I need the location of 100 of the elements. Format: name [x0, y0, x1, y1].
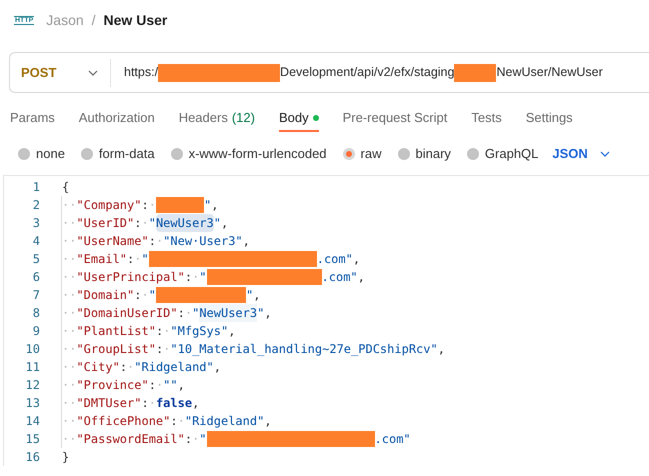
body-type-radio[interactable]: x-www-form-urlencoded	[170, 144, 327, 164]
code-punctuation: ,	[264, 413, 272, 430]
whitespace-marker: ·	[163, 323, 170, 340]
whitespace-marker: ··	[62, 233, 76, 250]
method-dropdown[interactable]: POST	[10, 58, 111, 86]
json-key: "UserPrincipal"	[76, 268, 185, 286]
json-string: "	[148, 215, 156, 232]
whitespace-marker: ··	[62, 359, 76, 376]
json-string: "New·User3"	[163, 233, 243, 250]
line-number: 2	[32, 197, 40, 214]
json-key: "Email"	[76, 250, 128, 268]
whitespace-marker: ·	[192, 431, 200, 448]
whitespace-marker: ··	[62, 341, 76, 358]
line-number: 1	[32, 179, 40, 196]
code-punctuation: :	[120, 359, 128, 376]
code-punctuation: }	[62, 449, 70, 466]
code-punctuation: ,	[228, 323, 236, 340]
body-type-radio[interactable]: form-data	[80, 144, 155, 164]
json-key: "City"	[76, 358, 120, 376]
request-tab[interactable]: Authorization	[78, 106, 155, 132]
url-text: Development/api/v2/efx/staging	[280, 64, 454, 82]
code-punctuation: :	[148, 377, 156, 394]
line-number: 12	[24, 377, 40, 394]
whitespace-marker: ·	[156, 377, 164, 394]
code-punctuation: ,	[438, 341, 445, 358]
whitespace-marker: ··	[62, 395, 76, 412]
json-key: "Company"	[76, 196, 142, 214]
json-key: "DomainUserID"	[76, 304, 178, 322]
code-punctuation: :	[127, 251, 134, 268]
line-number: 10	[24, 341, 40, 358]
request-tab[interactable]: Settings	[526, 106, 573, 132]
line-number: 11	[24, 359, 40, 376]
format-dropdown[interactable]: JSON	[552, 144, 610, 164]
breadcrumb-separator: /	[92, 10, 96, 30]
json-string: .com"	[322, 269, 358, 286]
code-punctuation: ,	[253, 287, 260, 304]
line-number: 6	[32, 269, 40, 286]
json-string: ""	[163, 377, 178, 394]
breadcrumb-link[interactable]: Jason	[46, 10, 84, 30]
code-punctuation: :	[156, 341, 164, 358]
body-type-radio[interactable]: none	[18, 144, 65, 164]
line-number: 8	[32, 305, 40, 322]
whitespace-marker: ··	[62, 305, 76, 322]
code-punctuation: ,	[192, 395, 200, 412]
json-string: "	[148, 287, 156, 304]
json-keyword: false	[156, 395, 192, 412]
json-string: "MfgSys"	[170, 323, 228, 340]
code-punctuation: :	[141, 197, 149, 214]
whitespace-marker: ·	[141, 215, 149, 232]
line-number: 7	[32, 287, 40, 304]
body-type-radio[interactable]: raw	[342, 144, 382, 164]
line-number: 13	[24, 395, 40, 412]
whitespace-marker: ··	[62, 377, 76, 394]
body-type-radio[interactable]: binary	[398, 144, 451, 164]
json-key: "Province"	[76, 376, 149, 394]
code-punctuation: ,	[264, 305, 272, 322]
tab-count: (12)	[232, 109, 255, 128]
code-punctuation: ,	[211, 197, 218, 214]
json-string: "	[246, 287, 254, 304]
request-tab[interactable]: Pre-request Script	[342, 106, 448, 132]
json-string: "10_Material_handling~27e_PDCshipRcv"	[170, 341, 438, 358]
whitespace-marker: ·	[178, 413, 185, 430]
json-string: .com"	[316, 251, 353, 268]
url-text: NewUser/NewUser	[496, 64, 603, 82]
code-punctuation: ,	[214, 359, 221, 376]
code-punctuation: :	[134, 215, 142, 232]
json-string: "	[199, 269, 207, 286]
whitespace-marker: ·	[156, 233, 164, 250]
json-string: "	[257, 305, 264, 322]
whitespace-marker: ·	[141, 287, 149, 304]
json-key: "PasswordEmail"	[76, 430, 185, 448]
json-key: "UserID"	[76, 214, 134, 232]
json-key: "Domain"	[76, 286, 134, 304]
chevron-down-icon	[600, 151, 610, 157]
code-punctuation: :	[178, 305, 185, 322]
json-key: "GroupList"	[76, 340, 156, 358]
request-tab[interactable]: Body	[278, 106, 319, 132]
json-string: "Ridgeland"	[134, 359, 214, 376]
request-tab[interactable]: Tests	[471, 106, 502, 132]
code-punctuation: ,	[352, 251, 360, 268]
line-number: 15	[24, 431, 40, 448]
url-field[interactable]: https:/ Development/api/v2/efx/staging NewUser/NewUser	[111, 63, 603, 82]
body-type-radio[interactable]: GraphQL	[466, 144, 538, 164]
whitespace-marker: ·	[127, 359, 134, 376]
whitespace-marker: ··	[62, 269, 76, 286]
whitespace-marker: ·	[184, 305, 192, 322]
line-number: 14	[24, 413, 40, 430]
request-tab[interactable]: Headers (12)	[178, 106, 255, 132]
json-string: "	[214, 215, 221, 232]
whitespace-marker: ··	[62, 287, 76, 304]
code-punctuation: :	[156, 323, 164, 340]
json-string: "Ridgeland"	[184, 413, 264, 430]
code-punctuation: ,	[178, 377, 185, 394]
chevron-down-icon	[88, 70, 98, 76]
line-number: 4	[32, 233, 40, 250]
json-string: "	[142, 251, 149, 268]
code-editor[interactable]	[3, 175, 649, 466]
request-tab[interactable]: Params	[10, 106, 55, 132]
whitespace-marker: ··	[62, 251, 76, 268]
json-string: NewUser3	[199, 304, 258, 322]
